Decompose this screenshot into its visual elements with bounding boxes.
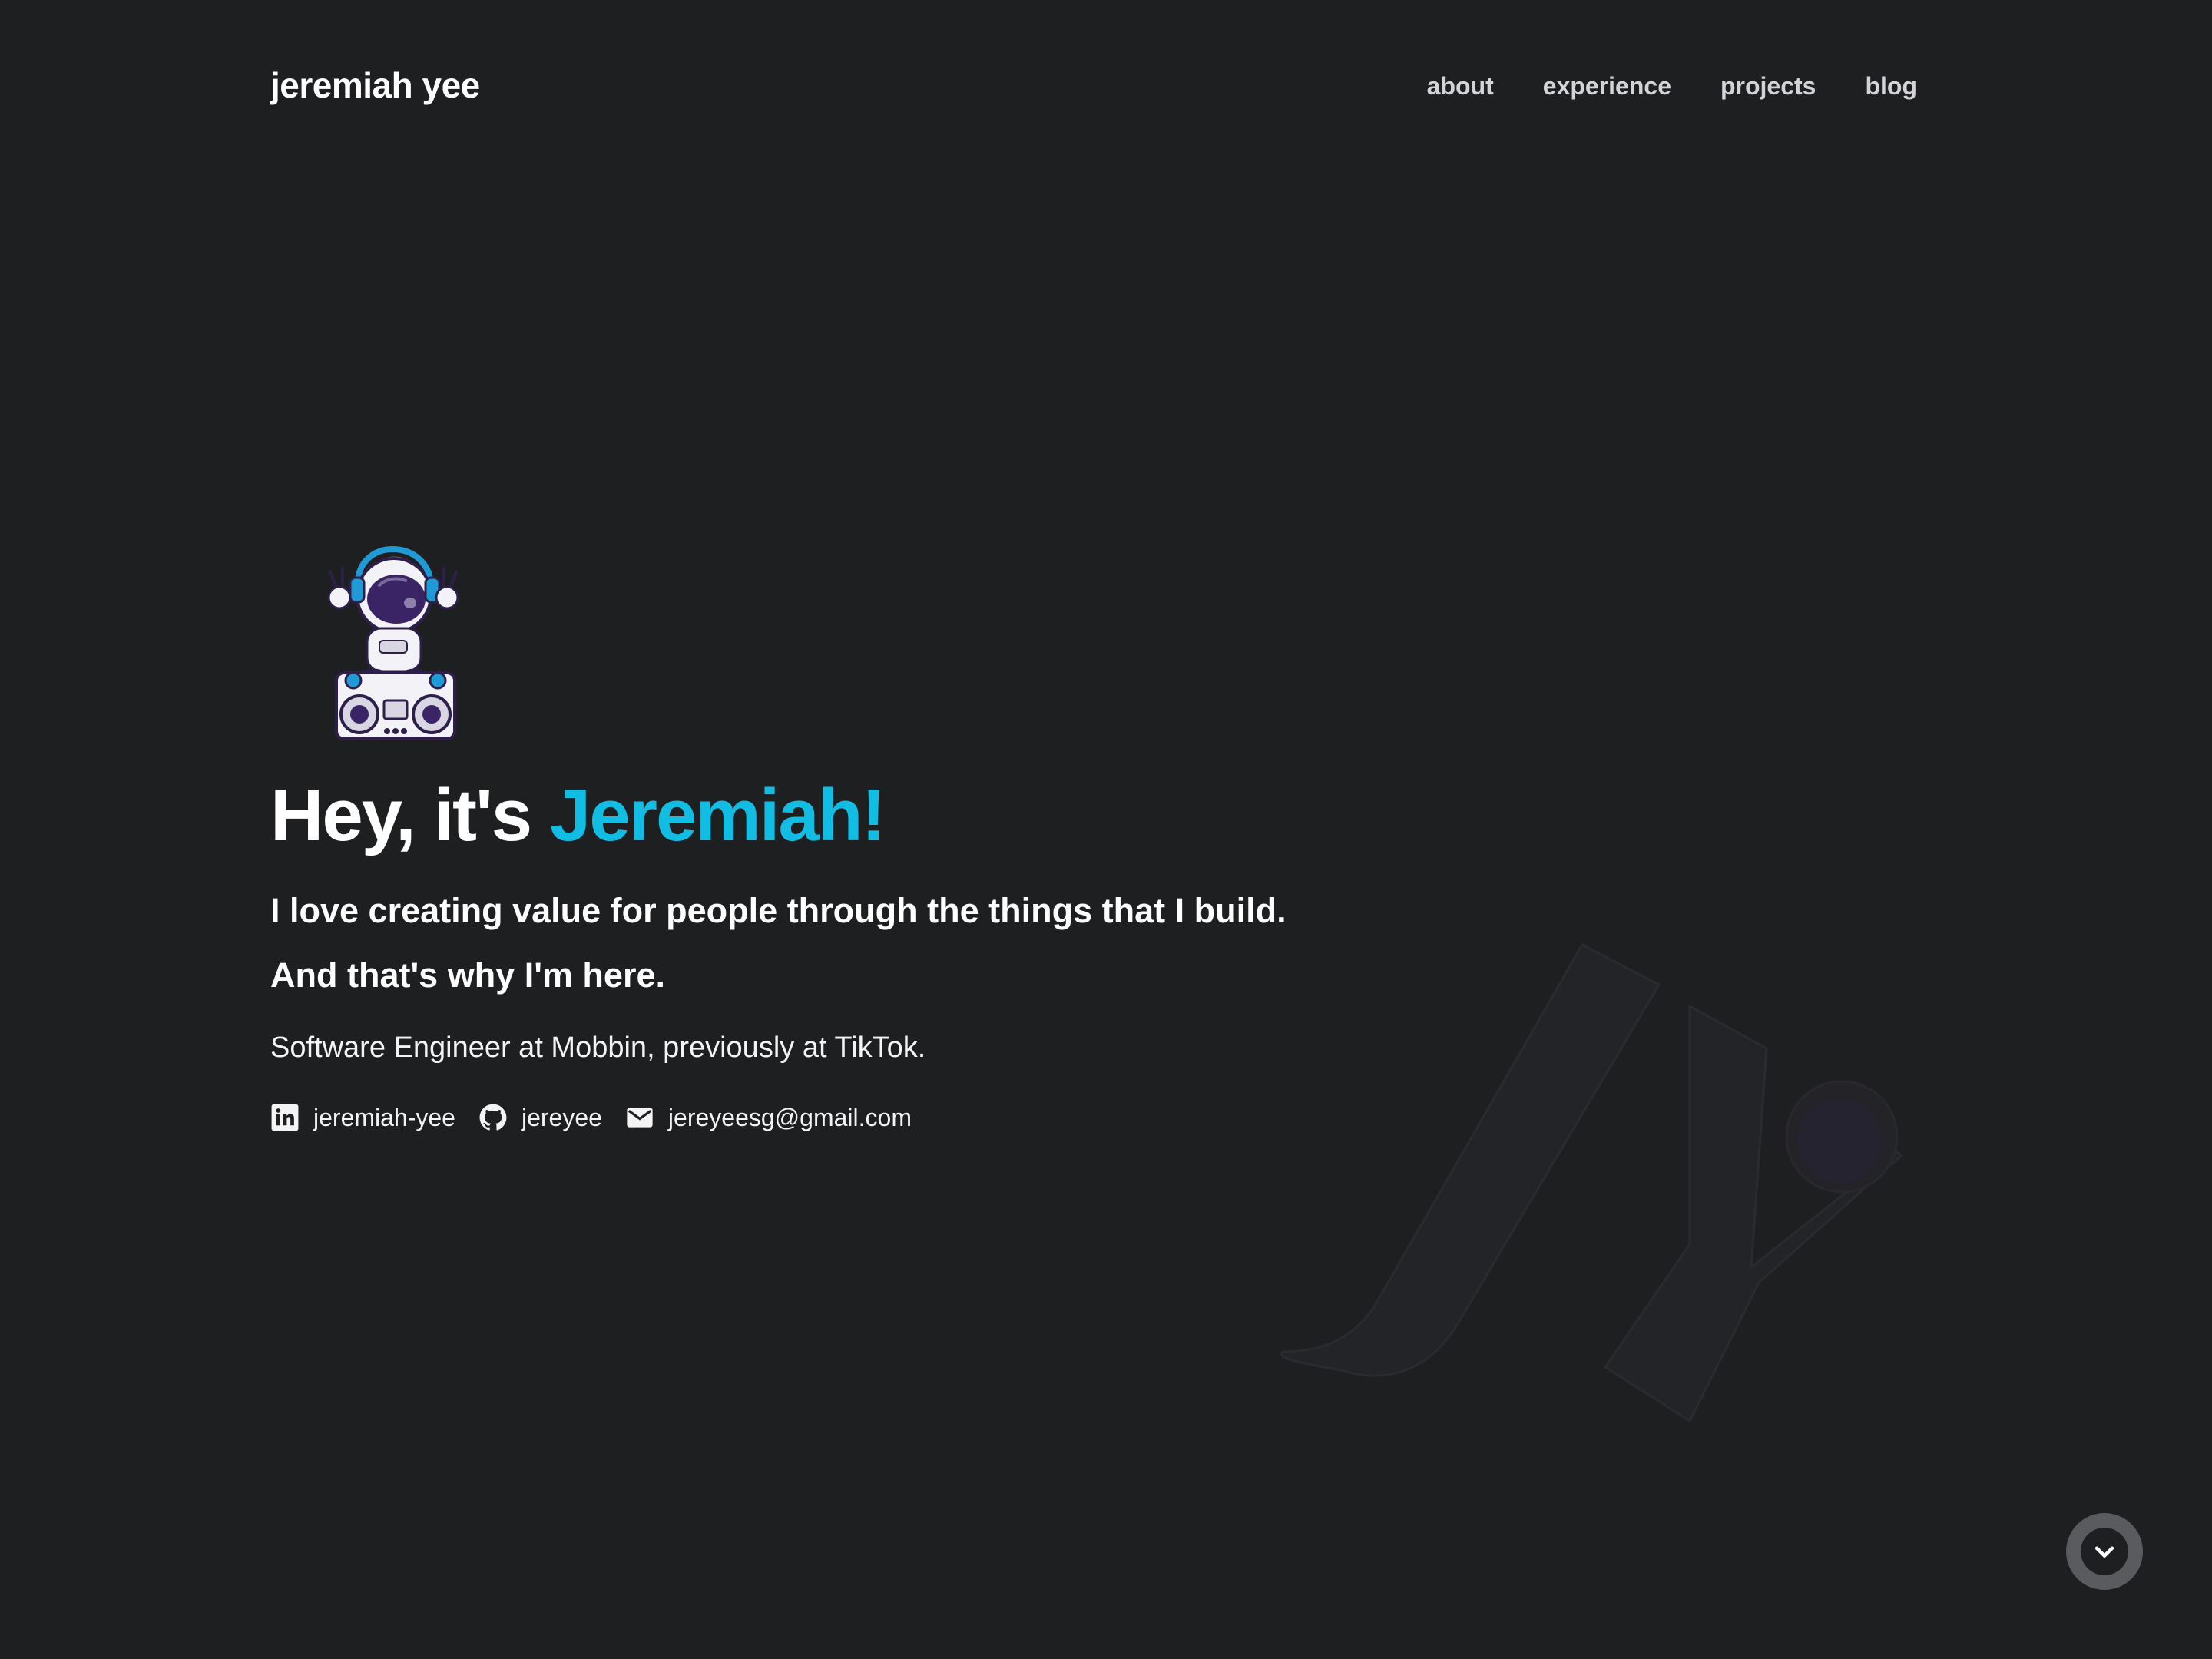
chevron-down-icon <box>2094 1546 2114 1558</box>
hero-role: Software Engineer at Mobbin, previously … <box>270 1031 926 1064</box>
github-icon <box>479 1104 507 1131</box>
tagline-line-1: I love creating value for people through… <box>270 891 1286 930</box>
hero-tagline: I love creating value for people through… <box>270 879 1422 1008</box>
nav-item-experience[interactable]: experience <box>1543 69 1671 103</box>
nav-item-blog[interactable]: blog <box>1865 69 1917 103</box>
astronaut-avatar-illustration <box>327 546 459 740</box>
scroll-down-button[interactable] <box>2066 1513 2143 1590</box>
main-nav: about experience projects blog <box>1427 69 1917 103</box>
site-header: jeremiah yee about experience projects b… <box>0 0 2212 172</box>
scroll-down-button-inner <box>2081 1528 2128 1575</box>
tagline-line-2: And that's why I'm here. <box>270 955 665 995</box>
hero-headline: Hey, it's Jeremiah! <box>270 767 1422 865</box>
headline-name: Jeremiah! <box>549 774 886 856</box>
social-links: jeremiah-yee jereyee jereyeesg@gmail.com <box>270 1103 1422 1132</box>
nav-item-about[interactable]: about <box>1427 69 1494 103</box>
headline-greeting: Hey, it's <box>270 774 550 856</box>
linkedin-icon <box>271 1104 299 1131</box>
email-address: jereyeesg@gmail.com <box>667 1103 912 1131</box>
social-link-linkedin[interactable]: jeremiah-yee <box>270 1103 455 1132</box>
linkedin-handle: jeremiah-yee <box>313 1103 455 1131</box>
brand-logo-text[interactable]: jeremiah yee <box>270 65 480 106</box>
hero-section: Hey, it's Jeremiah! I love creating valu… <box>270 530 1422 1132</box>
github-handle: jereyee <box>521 1103 602 1131</box>
social-link-email[interactable]: jereyeesg@gmail.com <box>625 1103 912 1132</box>
mail-icon <box>627 1108 653 1128</box>
social-link-github[interactable]: jereyee <box>478 1103 602 1132</box>
nav-item-projects[interactable]: projects <box>1720 69 1816 103</box>
